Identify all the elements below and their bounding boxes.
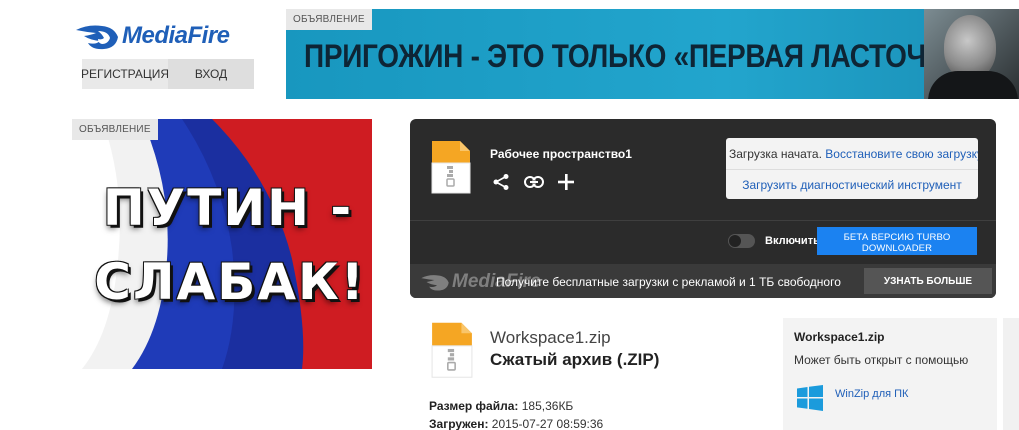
uploaded-value: 2015-07-27 08:59:36 (491, 417, 604, 430)
sidebar-subtitle: Может быть открыт с помощью (794, 353, 969, 367)
learn-more-button[interactable]: УЗНАТЬ БОЛЬШЕ (864, 268, 992, 294)
top-banner-ad[interactable]: ОБЪЯВЛЕНИЕ ПРИГОЖИН - ЭТО ТОЛЬКО «ПЕРВАЯ… (286, 9, 1019, 99)
page-scrollbar[interactable] (1003, 318, 1019, 430)
left-ad-line-1: ПУТИН - (102, 179, 354, 237)
flag-background (72, 119, 372, 369)
top-ad-photo (924, 9, 1019, 99)
file-size-value: 185,36КБ (521, 399, 574, 413)
add-icon[interactable] (558, 174, 574, 195)
file-type: Сжатый архив (.ZIP) (490, 350, 660, 369)
left-ad-line-2: СЛАБАК! (94, 253, 366, 311)
file-size-row: Размер файла: 185,36КБ (429, 399, 573, 413)
download-panel: Рабочее пространство1 Загрузка начата. В… (410, 119, 996, 298)
file-name: Workspace1.zip (490, 328, 611, 347)
zip-file-icon-large (430, 320, 474, 385)
ad-label: ОБЪЯВЛЕНИЕ (72, 119, 158, 140)
mediafire-logo[interactable]: MediaFire (74, 18, 230, 54)
file-actions (492, 173, 574, 196)
register-button[interactable]: РЕГИСТРАЦИЯ (81, 59, 169, 89)
page: MediaFire РЕГИСТРАЦИЯ ВХОД ОБЪЯВЛЕНИЕ ПР… (0, 0, 1019, 430)
flame-icon (76, 25, 118, 50)
left-banner-ad[interactable]: ОБЪЯВЛЕНИЕ ПУТИН - СЛАБАК! (72, 119, 372, 369)
top-ad-headline: ПРИГОЖИН - ЭТО ТОЛЬКО «ПЕРВАЯ ЛАСТОЧКА» (304, 38, 978, 74)
download-status: Загрузка начата. Восстановите свою загру… (726, 138, 978, 170)
diagnostic-tool-link[interactable]: Загрузить диагностический инструмент (726, 171, 978, 199)
open-with-box: Workspace1.zip Может быть открыт с помощ… (783, 318, 997, 430)
download-status-box: Загрузка начата. Восстановите свою загру… (726, 138, 978, 199)
panel-divider (410, 220, 996, 221)
uploaded-label: Загружен: (429, 417, 489, 430)
restore-download-link[interactable]: Восстановите свою загрузку (825, 147, 978, 161)
zip-file-icon (430, 139, 472, 200)
winzip-app-label: WinZip для ПК (835, 388, 909, 400)
file-size-label: Размер файла: (429, 399, 519, 413)
link-icon[interactable] (524, 175, 544, 194)
ad-label: ОБЪЯВЛЕНИЕ (286, 9, 372, 30)
photo-coat (928, 71, 1018, 99)
logo-text: MediaFire (122, 22, 230, 49)
flame-icon (421, 275, 449, 291)
winzip-app-link[interactable]: WinZip для ПК (797, 385, 908, 411)
login-button[interactable]: ВХОД (168, 59, 254, 89)
sidebar-file-title: Workspace1.zip (794, 330, 885, 344)
toggle-knob (729, 235, 741, 247)
windows-icon (797, 385, 823, 411)
status-prefix: Загрузка начата. (729, 147, 822, 161)
download-file-name: Рабочее пространство1 (490, 147, 632, 161)
turbo-downloader-button[interactable]: БЕТА ВЕРСИЮ TURBO DOWNLOADER (817, 227, 977, 255)
promo-bar: MediaFire Получите бесплатные загрузки с… (410, 264, 996, 298)
promo-text: Получите бесплатные загрузки с рекламой … (496, 275, 841, 289)
turbo-toggle[interactable] (728, 234, 755, 248)
uploaded-row: Загружен: 2015-07-27 08:59:36 (429, 417, 603, 430)
share-icon[interactable] (492, 173, 510, 196)
auth-buttons: РЕГИСТРАЦИЯ ВХОД (81, 59, 254, 89)
toggle-label: Включить (765, 235, 820, 247)
photo-face (944, 15, 996, 79)
